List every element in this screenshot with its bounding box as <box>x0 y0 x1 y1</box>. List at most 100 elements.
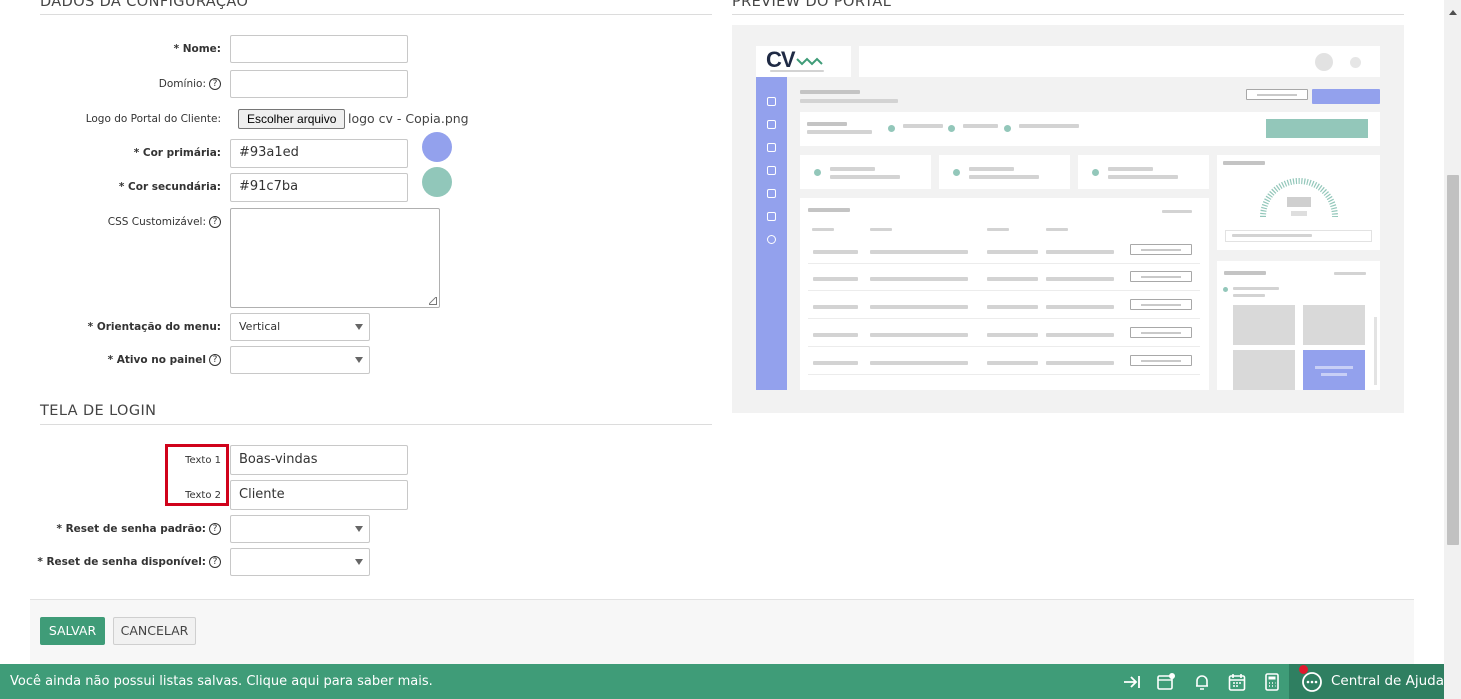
help-icon[interactable]: ? <box>209 216 221 228</box>
chevron-down-icon <box>355 357 363 363</box>
chat-support-icon <box>1302 672 1322 692</box>
secondary-color-swatch[interactable] <box>422 167 452 197</box>
preview-primary-button <box>1312 89 1380 104</box>
preview-bar <box>1046 305 1114 309</box>
help-icon[interactable]: ? <box>209 523 221 535</box>
cancel-button[interactable]: CANCELAR <box>113 617 196 645</box>
logo-wave-icon <box>796 57 823 66</box>
status-dot <box>1092 169 1099 176</box>
avatar-placeholder <box>1315 53 1333 71</box>
save-button[interactable]: SALVAR <box>40 617 105 645</box>
gauge-value <box>1287 197 1311 207</box>
nome-input[interactable] <box>230 35 408 63</box>
dominio-input[interactable] <box>230 70 408 98</box>
reset-disponivel-select[interactable] <box>230 548 370 576</box>
logo-label: Logo do Portal do Cliente: <box>85 113 221 125</box>
home-icon <box>767 97 776 106</box>
notification-dot <box>1299 665 1308 674</box>
calendar-icon[interactable] <box>1227 672 1247 692</box>
status-dot <box>888 125 895 132</box>
preview-bar <box>969 167 1014 171</box>
cor-primaria-label: * Cor primária: <box>133 147 221 159</box>
scrollbar-thumb[interactable] <box>1447 175 1459 545</box>
saved-lists-message[interactable]: Você ainda não possui listas salvas. Cli… <box>10 664 433 699</box>
preview-outline-button <box>1130 244 1192 255</box>
page: DADOS DA CONFIGURAÇÃO PREVIEW DO PORTAL … <box>0 0 1461 699</box>
preview-bar <box>870 305 968 309</box>
config-divider <box>40 14 712 15</box>
preview-row-divider <box>808 374 1200 375</box>
row-cor-primaria: * Cor primária: #93a1ed <box>0 132 720 168</box>
preview-topbar <box>859 46 1380 77</box>
preview-bar <box>987 305 1038 309</box>
preview-side-card <box>1217 261 1380 390</box>
preview-bar <box>1108 167 1153 171</box>
gauge-select <box>1225 230 1372 242</box>
help-icon[interactable]: ? <box>209 354 221 366</box>
help-icon[interactable]: ? <box>209 78 221 90</box>
orientacao-select[interactable]: Vertical <box>230 313 370 341</box>
preview-bar <box>1334 272 1366 275</box>
help-center-label: Central de Ajuda <box>1331 673 1444 689</box>
preview-bar <box>987 228 1009 231</box>
preview-logo-box: CV <box>756 46 851 77</box>
resize-grip-icon[interactable] <box>429 297 437 305</box>
status-dot <box>953 169 960 176</box>
texto1-input[interactable]: Boas-vindas <box>230 445 408 475</box>
preview-bar <box>1046 250 1114 254</box>
preview-bar <box>870 228 892 231</box>
preview-bar <box>800 90 860 94</box>
form-footer <box>30 599 1414 665</box>
preview-bar <box>963 124 998 128</box>
calculator-icon[interactable] <box>1262 672 1282 692</box>
building-icon <box>767 189 776 198</box>
preview-section-title: PREVIEW DO PORTAL <box>732 0 892 10</box>
preview-row-divider <box>808 263 1200 264</box>
preview-bar <box>903 124 943 128</box>
cor-secundaria-input[interactable]: #91c7ba <box>230 173 408 202</box>
preview-bar <box>807 122 847 126</box>
chevron-down-icon <box>355 526 363 532</box>
preview-bar <box>870 277 968 281</box>
primary-color-swatch[interactable] <box>422 132 452 162</box>
scroll-up-arrow-icon[interactable] <box>1449 10 1457 15</box>
preview-bar <box>807 130 872 134</box>
bell-icon[interactable] <box>1192 672 1212 692</box>
bell-placeholder <box>1350 57 1361 68</box>
user-icon <box>767 235 776 244</box>
help-center-button[interactable]: Central de Ajuda <box>1289 664 1444 699</box>
cor-primaria-input[interactable]: #93a1ed <box>230 139 408 168</box>
preview-bar <box>1019 124 1079 128</box>
preview-tile <box>1233 350 1295 390</box>
chat-icon <box>767 166 776 175</box>
ativo-select[interactable] <box>230 346 370 374</box>
preview-secondary-button <box>1266 119 1368 138</box>
status-dot <box>948 125 955 132</box>
calendar-star-icon[interactable] <box>1156 672 1176 692</box>
preview-bar <box>830 167 875 171</box>
preview-bar <box>870 250 968 254</box>
css-label: CSS Customizável:? <box>0 208 221 236</box>
preview-bar <box>813 305 858 309</box>
css-textarea[interactable] <box>230 208 440 308</box>
reset-padrao-select[interactable] <box>230 515 370 543</box>
ativo-label: * Ativo no painel? <box>0 346 221 374</box>
preview-row-divider <box>808 346 1200 347</box>
preview-bar <box>1233 287 1279 290</box>
preview-bar <box>987 250 1038 254</box>
row-nome: * Nome: <box>0 35 720 63</box>
help-icon[interactable]: ? <box>209 556 221 568</box>
row-cor-secundaria: * Cor secundária: #91c7ba <box>0 167 720 202</box>
preview-bar <box>1224 271 1266 275</box>
preview-bar <box>987 361 1038 365</box>
texto2-input[interactable]: Cliente <box>230 480 408 510</box>
preview-bar <box>813 333 858 337</box>
choose-file-button[interactable]: Escolher arquivo <box>238 109 346 129</box>
collapse-right-icon[interactable] <box>1122 672 1142 692</box>
preview-bar <box>1321 373 1347 376</box>
highlight-box <box>165 444 229 506</box>
preview-bar <box>1232 234 1312 237</box>
config-section-title: DADOS DA CONFIGURAÇÃO <box>40 0 249 10</box>
status-dot <box>1004 125 1011 132</box>
chevron-down-icon <box>355 559 363 565</box>
